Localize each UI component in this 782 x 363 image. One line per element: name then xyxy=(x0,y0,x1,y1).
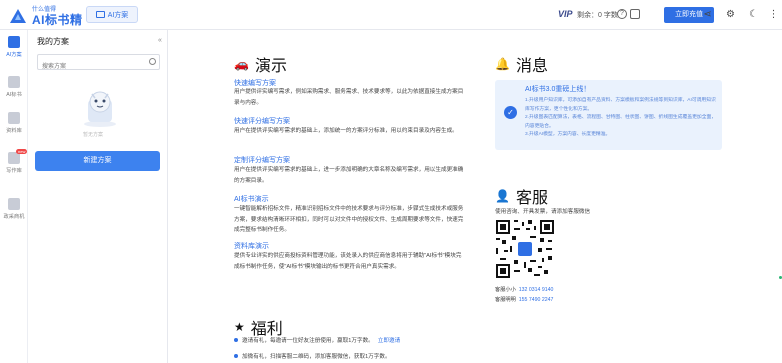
service-contact-label: 客服明明 xyxy=(495,297,516,303)
nav-item-ai-plan[interactable]: AI方案 xyxy=(0,36,28,58)
service-section-title: 👤 客服 xyxy=(495,184,548,208)
search-icon[interactable] xyxy=(149,58,156,65)
announcement-line: 1.升级用户知识库，可添加自有产品资料、方案模板和案例法规等到知识库，AI可调用… xyxy=(525,98,716,112)
main-content: 🚗 演示 快速编写方案 用户提供评实编写需求，例如采购需求、服务需求、技术要求等… xyxy=(168,30,782,363)
announcement-title: AI标书3.0重磅上线！ xyxy=(525,86,591,93)
guide-entry-title[interactable]: 快速评分编写方案 xyxy=(234,116,290,126)
tab-doc-icon xyxy=(95,11,105,18)
benefit-item: 加微有礼，扫描客服二维码，添加客服微信，获取1万字数。 xyxy=(234,352,391,360)
balance-text: 剩余：0 字数 xyxy=(577,10,618,20)
qr-code xyxy=(496,220,554,278)
share-icon[interactable]: ⋖ xyxy=(702,9,713,20)
bullet-icon xyxy=(234,338,238,342)
ai-plan-tab[interactable]: AI方案 xyxy=(86,6,138,23)
guide-entry-desc: 用户在提供评实编写需求的基础上，进一步添加明确的大章名称及编写需求，用以生成更准… xyxy=(234,167,464,184)
logo-mark-icon xyxy=(10,9,26,23)
invite-link[interactable]: 立即邀请 xyxy=(378,336,400,344)
collapse-icon[interactable]: « xyxy=(158,37,162,44)
guide-entry-title[interactable]: 定制评分编写方案 xyxy=(234,155,290,165)
empty-text: 暂无方案 xyxy=(83,132,104,138)
messages-section-title: 🔔 消息 xyxy=(495,52,548,76)
nav-item-writing[interactable]: new 写作库 xyxy=(0,149,28,174)
plan-icon xyxy=(8,36,20,48)
moon-icon[interactable]: ☾ xyxy=(748,9,759,20)
user-icon: 👤 xyxy=(495,189,510,203)
benefit-item: 邀请有礼，每邀请一位好友注册使用，赢取1万字数。 立即邀请 xyxy=(234,336,400,344)
app-logo[interactable]: 什么值得 AI标书精灵 xyxy=(8,3,88,44)
service-contact-value[interactable]: 132 0314 9140 xyxy=(519,287,554,293)
announcement-lines: 1.升级用户知识库，可添加自有产品资料、方案模板和案例法规等到知识库，AI可调用… xyxy=(525,97,717,140)
bid-icon xyxy=(8,76,20,88)
benefit-text: 加微有礼，扫描客服二维码，添加客服微信，获取1万字数。 xyxy=(242,354,391,360)
plan-search xyxy=(37,54,160,74)
nav-label: 政采商机 xyxy=(3,214,25,220)
service-desc: 使用咨询、开具发票，请添加客服微信 xyxy=(495,209,591,215)
plan-panel: 我的方案 « 暂无方案 新建方案 xyxy=(28,30,168,363)
service-title: 客服 xyxy=(515,190,548,207)
messages-title: 消息 xyxy=(515,58,548,75)
card-icon[interactable] xyxy=(630,9,640,19)
nav-label: AI标书 xyxy=(6,92,22,98)
announcement-line: 2.升级图表匹配算法，表格、流程图、甘特图、柱状图、饼图、折线图生成覆盖更加全面… xyxy=(525,115,717,129)
service-contact: 客服小小 132 0314 9140 xyxy=(495,286,553,293)
nav-label: 写作库 xyxy=(6,168,22,174)
library-icon xyxy=(8,112,20,124)
vip-label[interactable]: VIP xyxy=(558,9,573,19)
service-contact: 客服明明 155 7490 2247 xyxy=(495,296,553,303)
nav-label: 资料库 xyxy=(6,128,22,134)
help-icon[interactable]: ? xyxy=(617,9,627,19)
empty-state-illustration xyxy=(84,91,116,127)
announcement-line: 3.升级AI模型，方案内容、长度更精准。 xyxy=(525,132,611,137)
top-bar: 什么值得 AI标书精灵 AI方案 VIP 剩余：0 字数 ? 立即充值 ⋖ ⚙ … xyxy=(0,0,782,44)
guide-section-title: 🚗 演示 xyxy=(234,52,287,76)
guide-entry-desc: 提供专业详实的供应商投标资料管理功能，该处录入的供应商信息将用于辅助"AI标书"… xyxy=(234,253,462,270)
nav-item-opportunity[interactable]: 政采商机 xyxy=(0,198,28,220)
panel-title: 我的方案 xyxy=(37,37,69,46)
opportunity-icon xyxy=(8,198,20,210)
guide-entry-title[interactable]: 资料库演示 xyxy=(234,241,269,251)
car-icon: 🚗 xyxy=(234,57,249,71)
service-contact-label: 客服小小 xyxy=(495,287,516,293)
nav-item-ai-bid[interactable]: AI标书 xyxy=(0,76,28,98)
service-contact-value[interactable]: 155 7490 2247 xyxy=(519,297,554,303)
new-badge: new xyxy=(16,149,28,154)
star-icon: ★ xyxy=(234,320,245,334)
bell-icon: 🔔 xyxy=(495,57,510,71)
left-nav: AI方案 AI标书 资料库 new 写作库 政采商机 xyxy=(0,30,28,363)
search-input[interactable] xyxy=(38,60,143,74)
guide-entry-desc: 用户提供评实编写需求，例如采购需求、服务需求、技术要求等，以此为依据直接生成方案… xyxy=(234,89,464,106)
check-icon: ✓ xyxy=(504,106,517,119)
guide-entry-desc: 用户在提供评实编写需求的基础上，添加统一的方案评分标准，用以约束目录及内容生成。 xyxy=(234,128,458,134)
guide-entry-title[interactable]: AI标书演示 xyxy=(234,194,269,204)
announcement-box: ✓ AI标书3.0重磅上线！ 1.升级用户知识库，可添加自有产品资料、方案模板和… xyxy=(495,80,722,150)
settings-icon[interactable]: ⚙ xyxy=(725,9,736,20)
benefit-text: 邀请有礼，每邀请一位好友注册使用，赢取1万字数。 xyxy=(242,338,374,344)
guide-title: 演示 xyxy=(254,58,287,75)
ai-plan-tab-label: AI方案 xyxy=(107,11,129,19)
balance-label: 剩余： xyxy=(577,12,598,19)
nav-label: AI方案 xyxy=(6,52,22,58)
bullet-icon xyxy=(234,354,238,358)
guide-entry-desc: 一键智能解析招标文件，精准识别招标文件中的技术要求与评分标准，步骤式生成技术或服… xyxy=(234,206,464,233)
balance-value: 0 字数 xyxy=(598,12,618,19)
new-plan-button[interactable]: 新建方案 xyxy=(35,151,160,171)
nav-item-library[interactable]: 资料库 xyxy=(0,112,28,134)
more-icon[interactable]: ⋮ xyxy=(768,9,779,20)
